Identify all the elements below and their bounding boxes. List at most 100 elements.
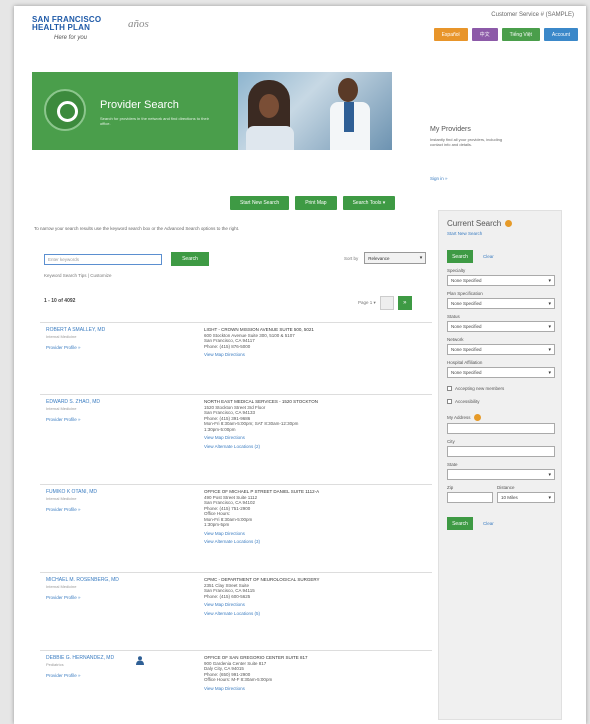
start-new-search-link[interactable]: Start New Search xyxy=(447,231,553,236)
address-label-row: My Address xyxy=(447,414,553,421)
search-icon xyxy=(44,89,86,131)
banner-title: Provider Search xyxy=(100,99,179,111)
provider-name-link[interactable]: MICHAEL M. ROSENBERG, MD xyxy=(46,577,136,583)
provider-name-link[interactable]: ROBERT A SMALLEY, MD xyxy=(46,327,136,333)
plan-select[interactable]: None Specified ▾ xyxy=(447,298,555,309)
alternate-locations-link[interactable]: View Alternate Locations (5) xyxy=(204,611,384,617)
map-directions-links[interactable]: View Map Directions xyxy=(204,686,384,692)
person-icon xyxy=(136,656,144,665)
address-line: Office Hours: M-F 8:30am-5:00pm xyxy=(204,677,273,682)
pagination: Page 1 ▾ » xyxy=(358,296,412,310)
keyword-search-button[interactable]: Search xyxy=(171,252,209,266)
logo-anniversary: años xyxy=(128,18,149,30)
zip-label: Zip xyxy=(447,485,454,490)
next-page-button[interactable]: » xyxy=(397,296,412,310)
accepting-members-checkbox[interactable] xyxy=(447,386,452,391)
distance-column: Distance 10 Miles ▾ xyxy=(497,485,555,503)
search-tools-button[interactable]: Search Tools ▾ xyxy=(342,196,396,210)
language-chinese-button[interactable]: 中文 xyxy=(471,28,498,41)
panel-search-button[interactable]: Search xyxy=(447,250,473,263)
results-list: ROBERT A SMALLEY, MD Internal Medicine P… xyxy=(40,322,432,710)
page-select[interactable]: Page 1 ▾ xyxy=(358,300,376,306)
prev-page-button[interactable] xyxy=(379,296,394,310)
chevron-down-icon: ▾ xyxy=(548,300,551,307)
network-label: Network xyxy=(447,337,464,342)
address-line: Phone: (415) 600-5625 xyxy=(204,593,251,599)
network-select[interactable]: None Specified ▾ xyxy=(447,344,555,355)
language-spanish-button[interactable]: Español xyxy=(433,28,468,41)
panel-bottom-clear-link[interactable]: Clear xyxy=(483,521,494,526)
map-directions-links[interactable]: View Map Directions xyxy=(204,602,384,608)
alternate-locations-link[interactable]: View Alternate Locations (3) xyxy=(204,539,384,545)
hospital-label: Hospital Affiliation xyxy=(447,360,483,365)
result-item: EDWARD S. ZHAO, MD Internal Medicine Pro… xyxy=(40,394,432,484)
results-count: 1 - 10 of 4092 xyxy=(44,298,76,304)
chevron-down-icon: ▾ xyxy=(548,369,551,376)
chevron-down-icon: ▾ xyxy=(548,471,551,478)
address-label: My Address xyxy=(447,415,471,420)
provider-search-banner: Provider Search Search for providers in … xyxy=(32,72,392,150)
sign-in-link[interactable]: Sign in » xyxy=(430,176,448,181)
chevron-down-icon: ▾ xyxy=(419,255,423,261)
network-value: None Specified xyxy=(451,347,482,352)
address-line: 1:30pm-5:00pm xyxy=(204,426,236,432)
sort-select[interactable]: Relevance ▾ xyxy=(364,252,427,264)
status-select[interactable]: None Specified ▾ xyxy=(447,321,555,332)
provider-address: OFFICE OF SAN GREGORIO CENTER SUITE 817 … xyxy=(204,655,384,691)
zip-input[interactable] xyxy=(447,492,493,503)
info-icon[interactable] xyxy=(505,220,513,227)
current-search-title: Current Search xyxy=(447,219,553,228)
accessibility-row: Accessibility xyxy=(447,399,553,404)
distance-select[interactable]: 10 Miles ▾ xyxy=(497,492,555,503)
distance-value: 10 Miles xyxy=(501,495,518,500)
keyword-search-input[interactable]: Enter keywords xyxy=(44,254,162,265)
panel-clear-link[interactable]: Clear xyxy=(483,254,494,259)
accessibility-checkbox[interactable] xyxy=(447,399,452,404)
zip-column: Zip xyxy=(447,485,493,503)
provider-address: OFFICE OF MICHAEL P STREET DANIEL SUITE … xyxy=(204,489,384,545)
current-search-label: Current Search xyxy=(447,219,502,228)
specialty-select[interactable]: None Specified ▾ xyxy=(447,275,555,286)
customer-service-phone: Customer Service # (SAMPLE) xyxy=(491,12,574,18)
city-label: City xyxy=(447,439,455,444)
address-line: 1:30pm-5pm xyxy=(204,522,230,527)
provider-name-link[interactable]: DEBBIE G. HERNANDEZ, MD xyxy=(46,655,136,661)
map-directions-links[interactable]: View Map Directions xyxy=(204,435,384,441)
keyword-search-tips-link[interactable]: Keyword Search Tips | Customize xyxy=(44,273,111,278)
info-icon[interactable] xyxy=(473,414,481,421)
provider-address: NORTH EAST MEDICAL SERVICES - 1520 STOCK… xyxy=(204,399,384,449)
state-label: State xyxy=(447,462,458,467)
map-directions-links[interactable]: View Map Directions xyxy=(204,531,384,537)
map-directions-links[interactable]: View Map Directions xyxy=(204,352,384,358)
language-vietnamese-button[interactable]: Tiếng Việt xyxy=(501,28,540,41)
start-new-search-button[interactable]: Start New Search xyxy=(230,196,290,210)
print-map-button[interactable]: Print Map xyxy=(295,196,337,210)
sort-control: Sort by Relevance ▾ xyxy=(344,252,427,264)
provider-address: LIGHT - CROWN MISSION AVENUE SUITE 500, … xyxy=(204,327,384,358)
zip-distance-row: Zip Distance 10 Miles ▾ xyxy=(447,485,555,503)
sfhp-logo[interactable]: SAN FRANCISCO HEALTH PLAN Here for you a… xyxy=(32,16,149,42)
state-select[interactable]: ▾ xyxy=(447,469,555,480)
accepting-members-label: Accepting new members xyxy=(455,386,505,391)
alternate-locations-link[interactable]: View Alternate Locations (2) xyxy=(204,444,384,450)
specialty-value: None Specified xyxy=(451,278,482,283)
address-line: Phone: (415) 876-5000 xyxy=(204,343,251,349)
doctor-figure xyxy=(330,78,370,150)
hospital-select[interactable]: None Specified ▾ xyxy=(447,367,555,378)
address-input[interactable] xyxy=(447,423,555,434)
provider-name-link[interactable]: EDWARD S. ZHAO, MD xyxy=(46,399,136,405)
search-instructions: To narrow your search results use the ke… xyxy=(34,226,240,231)
plan-value: None Specified xyxy=(451,301,482,306)
provider-address: CPMC - DEPARTMENT OF NEUROLOGICAL SURGER… xyxy=(204,577,384,616)
panel-bottom-search-button[interactable]: Search xyxy=(447,517,473,530)
page: SAN FRANCISCO HEALTH PLAN Here for you a… xyxy=(14,6,586,724)
provider-name-link[interactable]: FUMIKO K OTANI, MD xyxy=(46,489,136,495)
accessibility-label: Accessibility xyxy=(455,399,480,404)
accepting-members-row: Accepting new members xyxy=(447,386,553,391)
city-input[interactable] xyxy=(447,446,555,457)
specialty-label: Specialty xyxy=(447,268,466,273)
sort-label: Sort by xyxy=(344,255,359,261)
status-label: Status xyxy=(447,314,460,319)
account-button[interactable]: Account xyxy=(543,28,578,41)
chevron-down-icon: ▾ xyxy=(548,277,551,284)
